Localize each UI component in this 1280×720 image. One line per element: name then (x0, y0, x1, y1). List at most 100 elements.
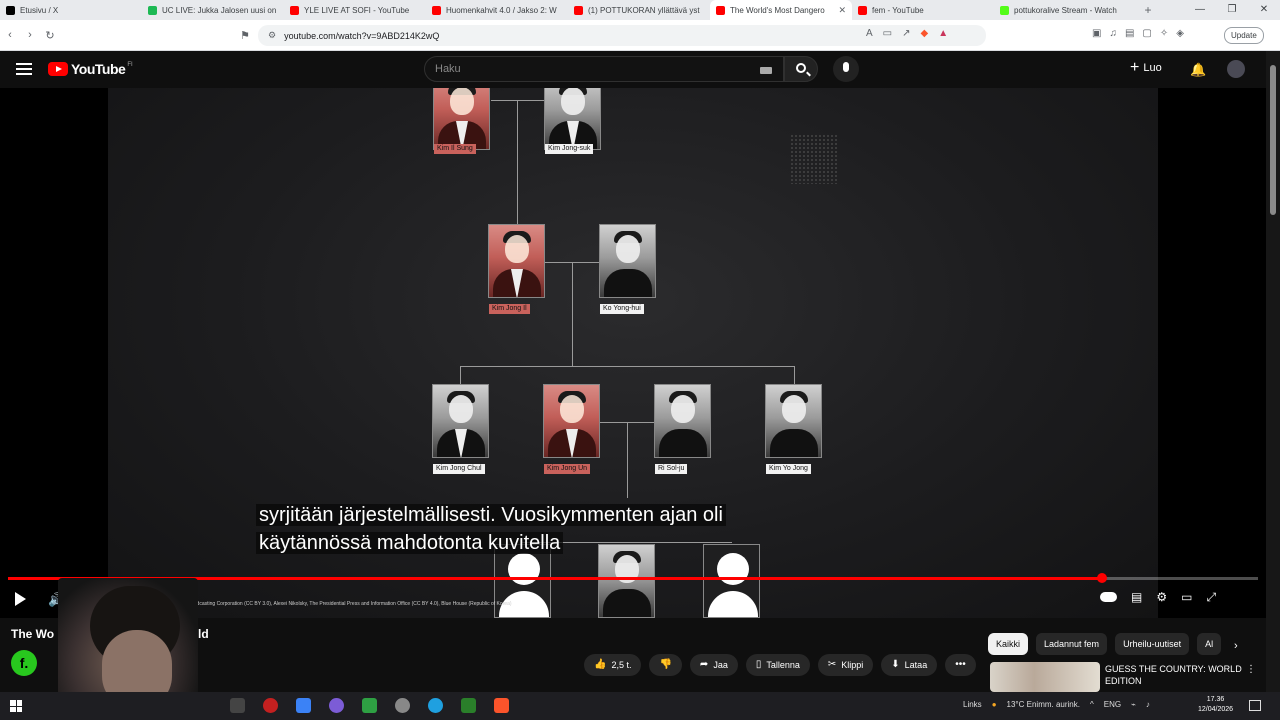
tree-line (627, 422, 628, 498)
paint-icon[interactable] (296, 698, 311, 713)
youtube-favicon-icon (574, 5, 583, 15)
links-toolbar[interactable]: Links (963, 700, 982, 709)
toolbar-icons: ▣ ♫ ▤ ▢ ✧ ◈ (1092, 28, 1184, 39)
more-vertical-icon[interactable]: ⋮ (1246, 664, 1256, 675)
more-actions-button[interactable]: ••• (945, 654, 976, 676)
new-tab-icon[interactable]: + (1136, 3, 1160, 17)
windows-start-icon[interactable] (10, 700, 22, 712)
scrubber-handle[interactable] (1096, 573, 1107, 583)
opera-icon[interactable] (263, 698, 278, 713)
scissors-icon: ✂ (827, 659, 837, 670)
portrait-kim-jong-suk (544, 88, 601, 150)
tree-line (460, 366, 461, 386)
forward-icon[interactable]: › (20, 29, 40, 41)
back-icon[interactable]: ‹ (0, 29, 20, 41)
chip-more[interactable]: Al (1197, 633, 1222, 655)
create-button[interactable]: + Luo (1130, 60, 1162, 76)
tree-line (572, 262, 573, 366)
scrollbar-thumb[interactable] (1270, 65, 1276, 215)
recommended-thumbnail[interactable] (990, 662, 1100, 692)
download-button[interactable]: ⬇ Lataa (881, 654, 938, 676)
minimize-icon[interactable]: — (1184, 0, 1216, 20)
youtube-favicon-icon (858, 5, 867, 15)
close-window-icon[interactable]: ✕ (1248, 0, 1280, 20)
media-icon[interactable]: ♫ (1109, 28, 1117, 39)
maximize-icon[interactable]: ❐ (1216, 0, 1248, 20)
tab-title: pottukoralive Stream - Watch (1014, 5, 1117, 15)
browser-tab[interactable]: YLE LIVE AT SOFI - YouTube (284, 0, 426, 20)
tray-chevron-icon[interactable]: ^ (1090, 700, 1094, 709)
youtube-logo[interactable]: YouTube FI (48, 61, 133, 77)
clock-time: 17.36 (1206, 696, 1225, 703)
brave-rewards-icon[interactable]: ▲ (938, 28, 948, 39)
recommended-title[interactable]: GUESS THE COUNTRY: WORLD EDITION (1105, 663, 1245, 687)
chip-uploader[interactable]: Ladannut fem (1036, 633, 1108, 655)
browser-tab[interactable]: pottukoralive Stream - Watch (994, 0, 1136, 20)
chip-all[interactable]: Kaikki (988, 633, 1029, 655)
page-scrollbar[interactable] (1266, 51, 1280, 692)
dislike-button[interactable]: 👎 (649, 654, 682, 676)
notifications-bell-icon[interactable]: 🔔 (1190, 62, 1206, 78)
share-icon[interactable]: ↗ (902, 28, 910, 39)
like-button[interactable]: 👍 2,5 t. (584, 654, 642, 676)
cast-icon[interactable]: ▭ (883, 28, 892, 39)
chip-sports-news[interactable]: Urheilu-uutiset (1115, 633, 1190, 655)
translate-icon[interactable]: A (866, 28, 873, 39)
browser-tab[interactable]: UC LIVE: Jukka Jalosen uusi on (142, 0, 284, 20)
wallet-icon[interactable]: ▢ (1142, 28, 1151, 39)
chat-app-icon[interactable] (329, 698, 344, 713)
name-label: Kim Il Sung (434, 144, 476, 154)
name-label: Kim Jong Chul (433, 464, 485, 474)
play-icon[interactable] (15, 592, 26, 606)
fullscreen-icon[interactable]: ⤢ (1206, 590, 1216, 605)
reader-icon[interactable]: ▤ (1125, 28, 1134, 39)
menu-icon[interactable] (16, 63, 32, 78)
share-button[interactable]: ➦ Jaa (689, 654, 738, 676)
taskbar-clock[interactable]: 17.36 12/04/2026 (1198, 695, 1233, 715)
network-icon[interactable]: ⌁ (1131, 700, 1136, 709)
keyboard-icon[interactable] (760, 67, 772, 74)
autoplay-toggle[interactable] (1100, 592, 1117, 602)
app-icon[interactable] (395, 698, 410, 713)
spreadsheet-icon[interactable] (362, 698, 377, 713)
clip-button[interactable]: ✂ Klippi (817, 654, 874, 676)
reload-icon[interactable]: ↻ (40, 29, 60, 42)
save-button[interactable]: ▯ Tallenna (745, 654, 810, 676)
search-input[interactable]: Haku (424, 56, 784, 82)
browser-tab[interactable]: fem - YouTube (852, 0, 994, 20)
brave-shield-icon[interactable]: ◆ (921, 28, 929, 39)
tree-line (491, 100, 546, 101)
voice-search-icon[interactable] (833, 56, 859, 82)
subtitles-icon[interactable]: ▤ (1131, 590, 1142, 605)
chevron-right-icon[interactable]: › (1234, 640, 1238, 652)
tab-title: UC LIVE: Jukka Jalosen uusi on (162, 5, 277, 15)
browser-tab[interactable]: Etusivu / X (0, 0, 142, 20)
sidebar-toggle-icon[interactable]: ▣ (1092, 28, 1101, 39)
browser-tab-strip: Etusivu / X UC LIVE: Jukka Jalosen uusi … (0, 0, 1280, 20)
weather-text[interactable]: 13°C Enimm. aurink. (1007, 700, 1080, 709)
vpn-icon[interactable]: ◈ (1176, 28, 1184, 39)
notification-center-icon[interactable] (1249, 700, 1261, 711)
settings-gear-icon[interactable]: ⚙ (1156, 590, 1167, 605)
browser-tab[interactable]: (1) POTTUKORAN yllättävä yst (568, 0, 710, 20)
task-view-icon[interactable] (230, 698, 245, 713)
browser-tab-active[interactable]: The World's Most Dangero ✕ (710, 0, 852, 20)
video-actions: 👍 2,5 t. 👎 ➦ Jaa ▯ Tallenna ✂ Klippi ⬇ Lataa … (584, 654, 976, 676)
volume-tray-icon[interactable]: ♪ (1146, 700, 1150, 709)
channel-avatar[interactable]: f. (11, 650, 37, 676)
media-player-icon[interactable] (461, 698, 476, 713)
update-button[interactable]: Update (1224, 27, 1264, 44)
leo-icon[interactable]: ✧ (1160, 28, 1168, 39)
brave-icon[interactable] (494, 698, 509, 713)
weather-icon: ● (991, 700, 997, 709)
search-button[interactable] (784, 56, 818, 82)
edge-icon[interactable] (428, 698, 443, 713)
language-indicator[interactable]: ENG (1104, 700, 1121, 709)
site-info-icon[interactable]: ⚙ (268, 30, 276, 41)
browser-tab[interactable]: Huomenkahvit 4.0 / Jakso 2: W (426, 0, 568, 20)
thumbs-up-icon: 👍 (594, 659, 607, 670)
close-tab-icon[interactable]: ✕ (838, 5, 846, 16)
avatar[interactable] (1227, 60, 1245, 78)
bookmark-icon[interactable]: ⚑ (240, 29, 250, 42)
theater-mode-icon[interactable]: ▭ (1181, 590, 1192, 605)
